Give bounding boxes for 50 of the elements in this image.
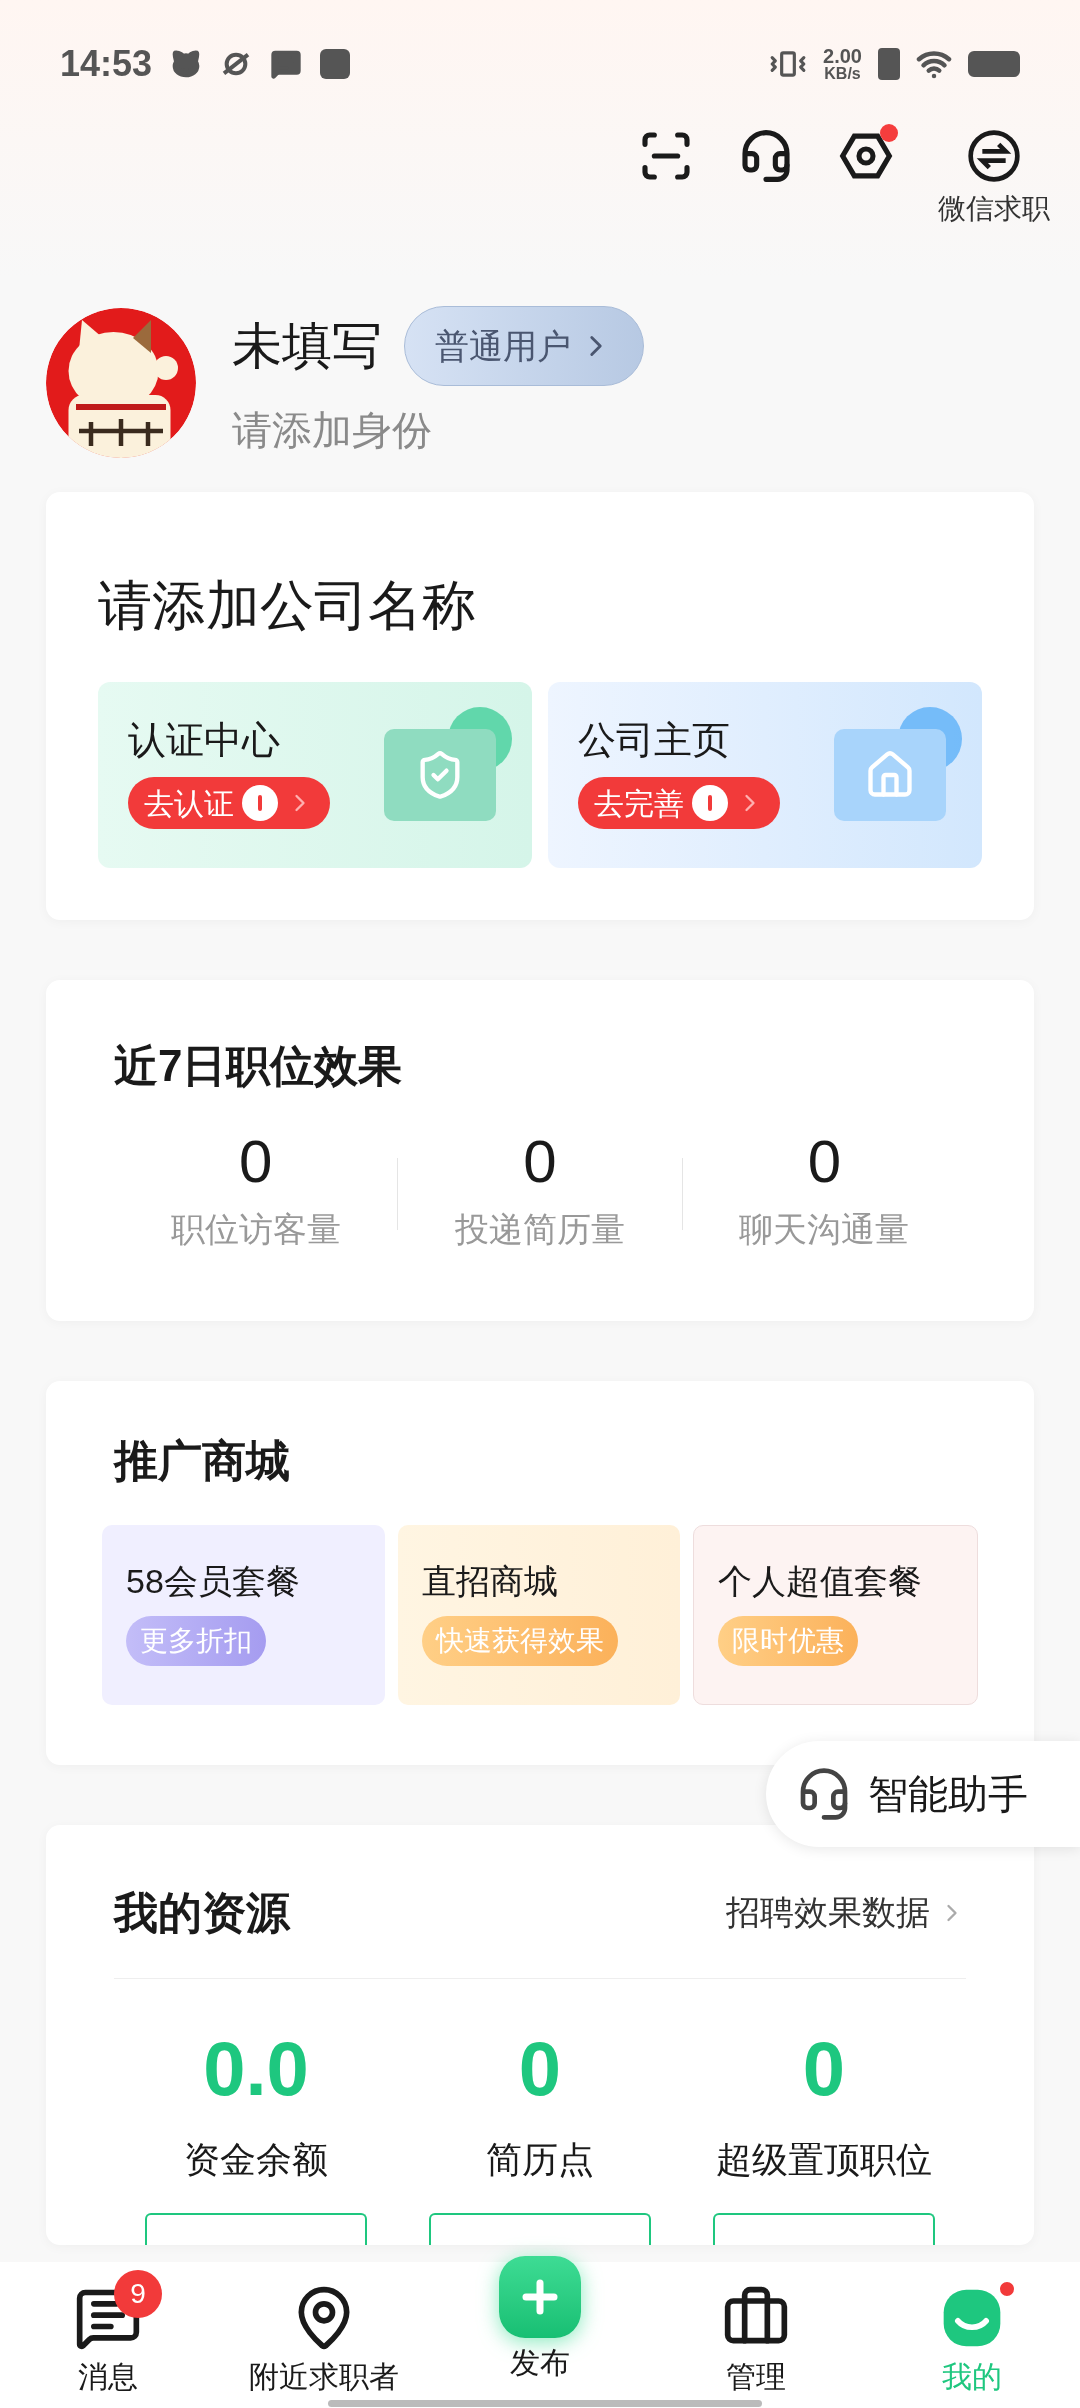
switch-icon[interactable] xyxy=(966,128,1022,184)
promo-tag: 快速获得效果 xyxy=(421,1616,618,1666)
stat-label: 投递简历量 xyxy=(455,1209,625,1250)
shield-icon xyxy=(384,729,496,821)
promo-tag: 限时优惠 xyxy=(718,1616,859,1666)
company-name-prompt[interactable]: 请添加公司名称 xyxy=(98,578,982,632)
resource-value: 0 xyxy=(802,2031,846,2107)
promo-tile[interactable]: 直招商城 快速获得效果 xyxy=(397,1525,681,1705)
exclamation-icon xyxy=(242,785,278,821)
resource-label: 简历点 xyxy=(486,2138,594,2182)
nav-tab[interactable]: 附近求职者 xyxy=(249,2284,399,2392)
status-time: 14:53 xyxy=(60,42,153,86)
feature-tile[interactable]: 认证中心 去认证 xyxy=(98,682,532,868)
battery-icon xyxy=(968,51,1020,77)
action-label: 微信求职 xyxy=(938,192,1050,226)
house-icon xyxy=(834,729,946,821)
feature-tile[interactable]: 公司主页 去完善 xyxy=(548,682,982,868)
promo-tile[interactable]: 58会员套餐 更多折扣 xyxy=(102,1525,385,1705)
resource-label: 资金余额 xyxy=(184,2138,328,2182)
alert-pill[interactable]: 去完善 xyxy=(578,777,780,829)
stat-value: 0 xyxy=(238,1132,273,1192)
net-speed-unit: KB/s xyxy=(824,66,861,82)
section-title: 推广商城 xyxy=(112,1439,291,1483)
nav-tab[interactable]: 发布 xyxy=(499,2256,581,2378)
promo-tag: 更多折扣 xyxy=(126,1616,266,1666)
tile-title: 公司主页 xyxy=(578,721,731,759)
net-speed: 2.00 xyxy=(823,46,862,66)
tile-title: 个人超值套餐 xyxy=(718,1564,924,1598)
tile-title: 直招商城 xyxy=(421,1564,559,1598)
count-badge: 9 xyxy=(114,2270,162,2318)
alert-pill[interactable]: 去认证 xyxy=(128,777,330,829)
exclamation-icon xyxy=(692,785,728,821)
stat-value: 0 xyxy=(523,1132,557,1192)
resource-value: 0.0 xyxy=(203,2031,309,2107)
promo-tile[interactable]: 个人超值套餐 限时优惠 xyxy=(693,1525,978,1705)
stat-label: 职位访客量 xyxy=(170,1209,341,1250)
resource-value: 0 xyxy=(518,2031,562,2107)
section-title: 近7日职位效果 xyxy=(114,1044,404,1088)
stats-link[interactable]: 招聘效果数据 xyxy=(726,1887,966,1938)
stat-value: 0 xyxy=(807,1132,841,1192)
section-title: 我的资源 xyxy=(114,1890,290,1935)
tile-title: 58会员套餐 xyxy=(126,1564,301,1598)
nav-tab[interactable]: 管理 xyxy=(722,2284,790,2392)
resource-label: 超级置顶职位 xyxy=(716,2138,932,2182)
chat-icon xyxy=(270,48,303,80)
tile-title: 认证中心 xyxy=(128,721,281,759)
assistant-button[interactable]: 智能助手 xyxy=(766,1741,1080,1847)
user-name: 未填写 xyxy=(232,316,382,376)
stat-label: 聊天沟通量 xyxy=(739,1209,910,1250)
membership-badge[interactable]: 普通用户 xyxy=(404,306,644,386)
